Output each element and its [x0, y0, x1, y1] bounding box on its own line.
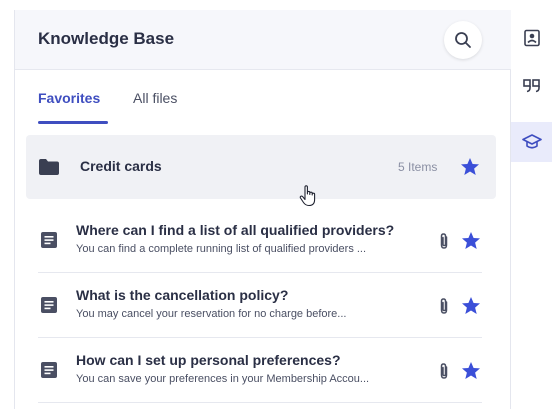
paperclip-icon [440, 298, 448, 314]
star-icon[interactable] [460, 157, 480, 177]
folder-item-count: 5 Items [398, 160, 438, 174]
tab-favorites[interactable]: Favorites [38, 90, 100, 106]
paperclip-icon [440, 363, 448, 379]
list-item[interactable]: Where can I find a list of all qualified… [38, 209, 482, 273]
rail-item-knowledge-base[interactable] [511, 122, 552, 162]
panel-header: Knowledge Base [15, 10, 512, 70]
star-icon[interactable] [461, 361, 481, 381]
article-snippet: You can find a complete running list of … [76, 243, 367, 255]
folder-name: Credit cards [80, 158, 162, 174]
rail-item-quotes[interactable] [511, 66, 552, 106]
contact-card-icon [523, 29, 540, 47]
knowledge-base-panel: Knowledge Base Favorites All files Credi… [14, 10, 512, 409]
search-icon [455, 32, 471, 48]
list-item[interactable]: How can I set up personal preferences? Y… [38, 339, 482, 403]
quote-icon [522, 79, 540, 93]
folder-icon [39, 159, 59, 175]
hand-cursor-icon [299, 185, 316, 207]
right-tool-rail [511, 10, 552, 409]
article-title[interactable]: How can I set up personal preferences? [76, 352, 341, 368]
graduation-cap-icon [521, 134, 542, 149]
document-icon [41, 232, 57, 248]
article-snippet: You can save your preferences in your Me… [76, 373, 370, 385]
article-snippet: You may cancel your reservation for no c… [76, 308, 347, 320]
folder-row-credit-cards[interactable]: Credit cards 5 Items [26, 135, 496, 199]
article-title[interactable]: What is the cancellation policy? [76, 287, 288, 303]
document-icon [41, 362, 57, 378]
star-icon[interactable] [461, 231, 481, 251]
paperclip-icon [440, 233, 448, 249]
document-icon [41, 297, 57, 313]
page-title: Knowledge Base [38, 29, 175, 48]
list-item[interactable]: What is the cancellation policy? You may… [38, 274, 482, 338]
article-title[interactable]: Where can I find a list of all qualified… [76, 222, 394, 238]
tab-all-files[interactable]: All files [133, 90, 177, 106]
tab-bar: Favorites All files [15, 70, 512, 128]
star-icon[interactable] [461, 296, 481, 316]
search-button[interactable] [444, 21, 482, 59]
rail-item-contact[interactable] [511, 18, 552, 58]
active-tab-indicator [38, 121, 108, 124]
